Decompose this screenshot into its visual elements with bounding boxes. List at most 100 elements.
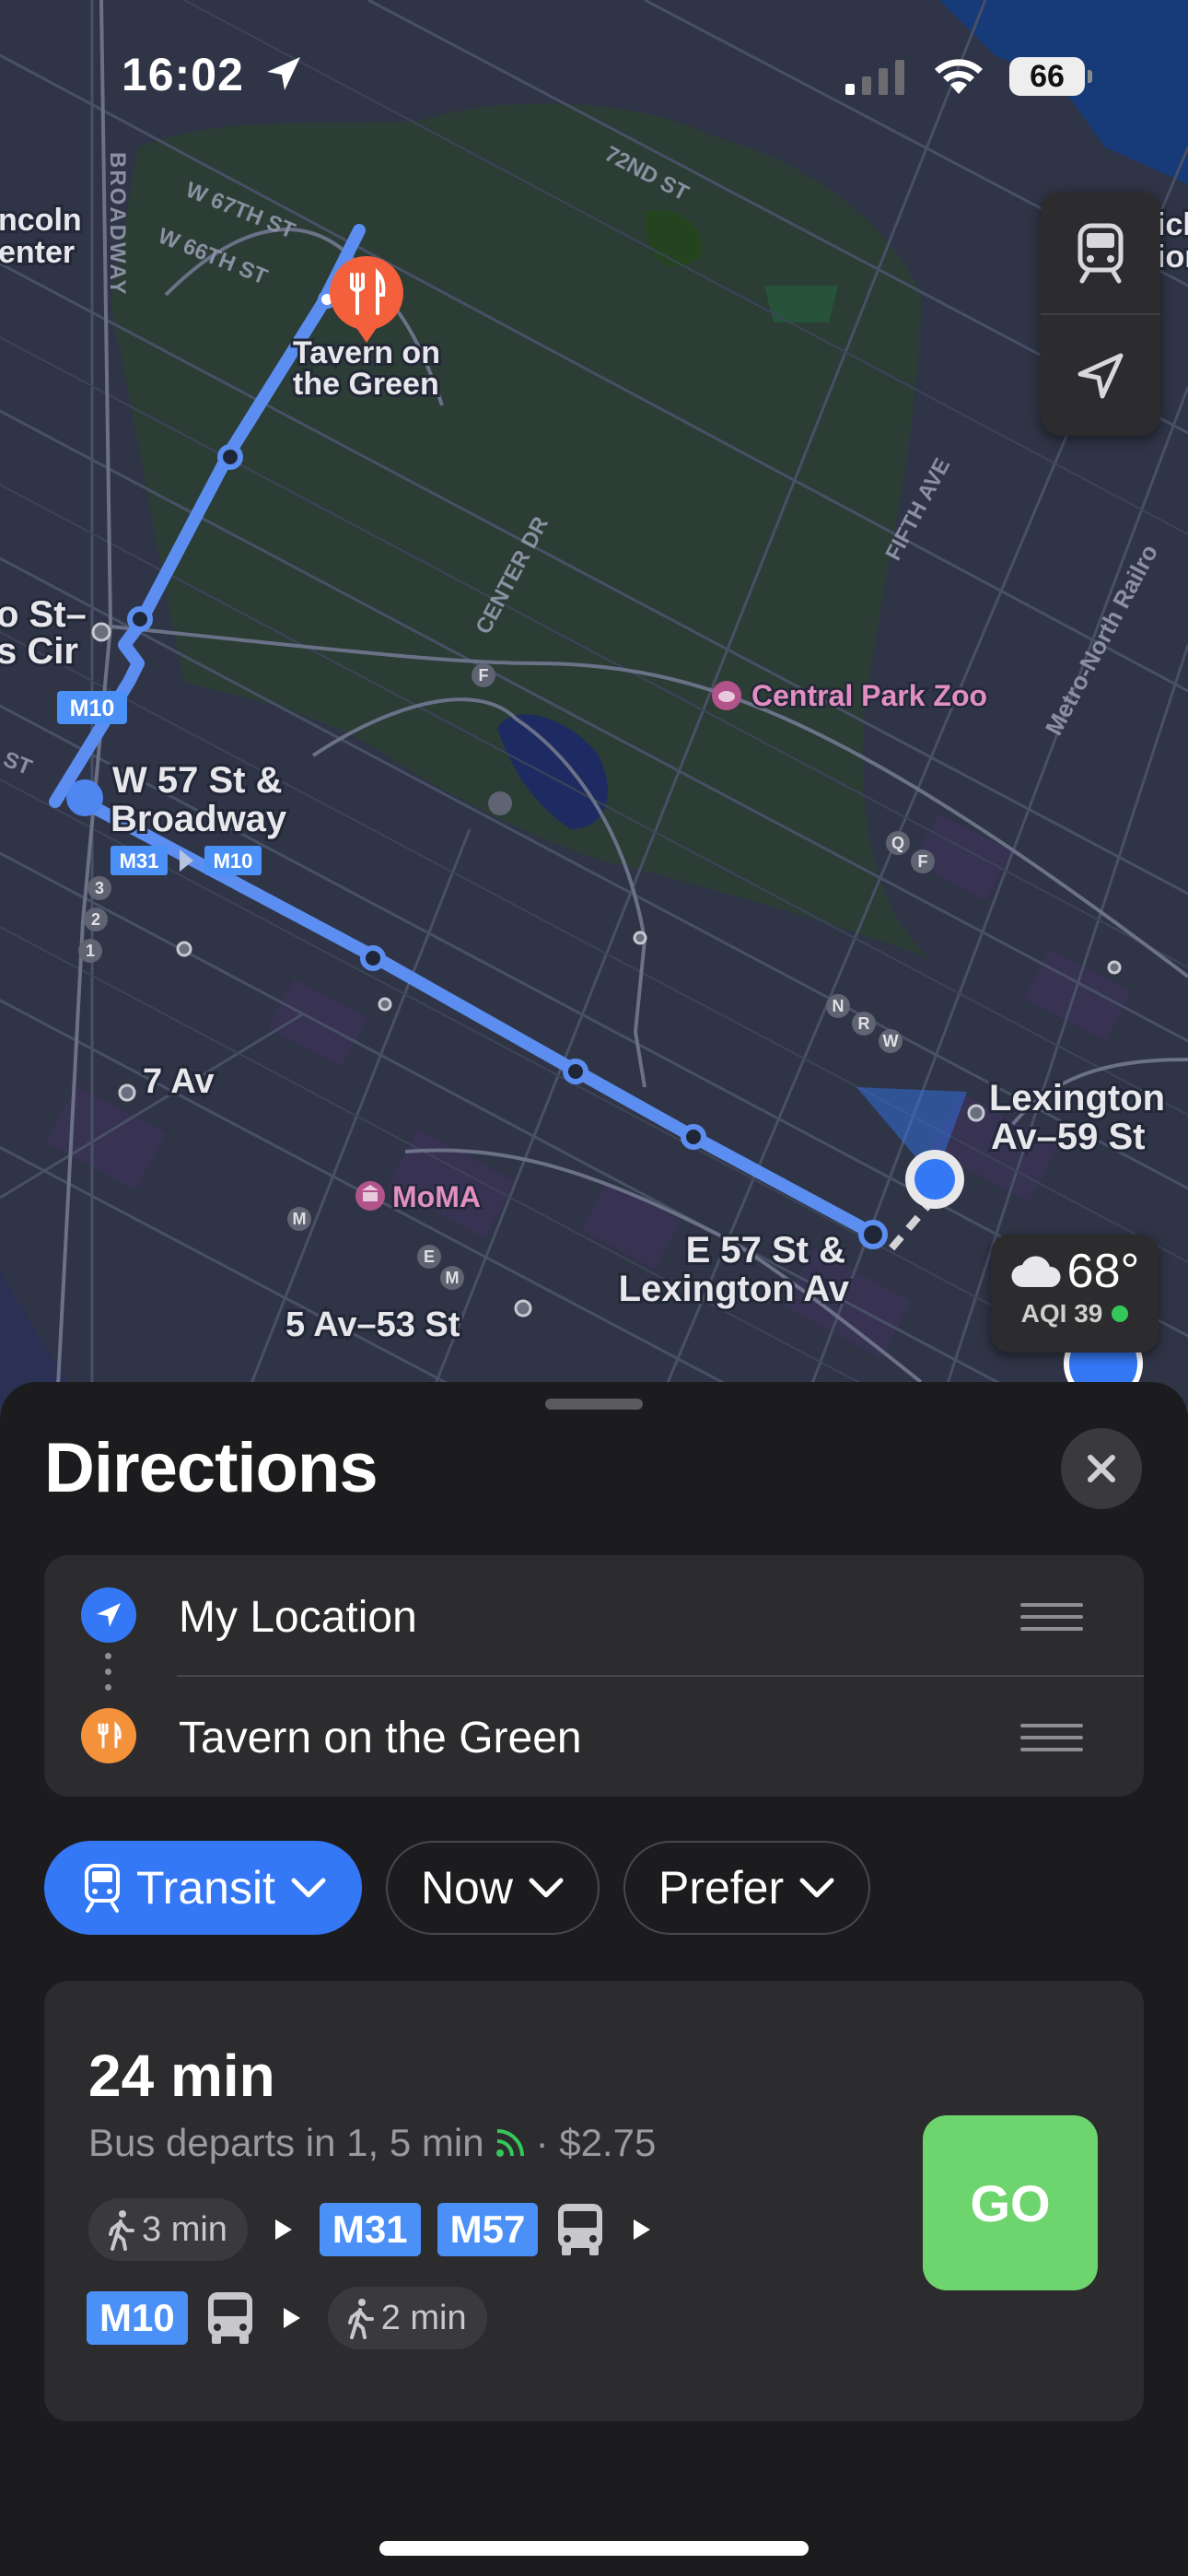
sheet-title: Directions (44, 1429, 379, 1507)
go-button[interactable]: GO (923, 2115, 1098, 2290)
line-n-badge: N (833, 997, 844, 1015)
bus-icon (558, 2204, 603, 2255)
home-indicator[interactable] (379, 2541, 809, 2556)
transit-mode-chip[interactable]: Transit (44, 1841, 362, 1935)
route-stop[interactable] (360, 945, 386, 971)
seven-av-label[interactable]: 7 Av (140, 1060, 216, 1104)
lincoln-center-label: ncoln enter (0, 203, 82, 270)
directions-sheet: Directions My Location Tavern on the Gre… (0, 1382, 1188, 2576)
prefer-chip-label: Prefer (658, 1862, 785, 1914)
weather-temperature: 68° (991, 1244, 1159, 1299)
status-time: 16:02 (122, 48, 304, 101)
walking-icon (109, 2210, 134, 2251)
track-location-button[interactable] (1041, 313, 1160, 437)
options-chips: Transit Now Prefer (44, 1841, 871, 1935)
lexington-59-label[interactable]: Lexington Av–59 St (986, 1075, 1168, 1160)
fifth-av-53-label[interactable]: 5 Av–53 St (283, 1303, 463, 1347)
map-view[interactable]: 3 2 1 F F Q N R W M E M BROADWAY W 67TH … (0, 0, 1188, 1437)
location-arrow-icon (81, 1587, 136, 1643)
maps-screen: 3 2 1 F F Q N R W M E M BROADWAY W 67TH … (0, 0, 1188, 2576)
route-option-card[interactable]: 24 min Bus departs in 1, 5 min · $2.75 3… (44, 1981, 1144, 2421)
transit-chip-label: Transit (136, 1862, 275, 1914)
transit-map-mode-button[interactable] (1041, 192, 1160, 313)
sheet-grabber[interactable] (545, 1399, 643, 1410)
departure-text: Bus departs in 1, 5 min (88, 2121, 484, 2164)
line-q-badge: Q (891, 834, 904, 852)
line-e-badge: E (424, 1247, 435, 1266)
line-1-badge: 1 (86, 942, 95, 960)
route-stop[interactable] (563, 1059, 588, 1084)
line-m-badge: M (446, 1269, 460, 1287)
line-f-badge: F (479, 666, 489, 685)
cellular-signal-icon (845, 60, 904, 95)
close-icon (1088, 1455, 1115, 1482)
temperature-value: 68° (1066, 1245, 1140, 1298)
cloud-icon (1011, 1256, 1061, 1288)
walk-step-start: 3 min (88, 2198, 248, 2261)
waypoint-destination[interactable]: Tavern on the Green (44, 1676, 1144, 1797)
battery-indicator: 66 (1009, 57, 1092, 96)
line-3-badge: 3 (95, 879, 104, 897)
waypoint-start-label: My Location (179, 1593, 417, 1642)
bus-m31-badge: M31 (319, 2203, 421, 2256)
chevron-down-icon (799, 1878, 834, 1898)
route-end-stop[interactable] (858, 1220, 888, 1249)
columbus-circle-label: o St– s Cir (0, 594, 87, 672)
route-stop[interactable] (127, 606, 153, 632)
waypoint-start[interactable]: My Location (44, 1555, 1144, 1676)
walking-icon (347, 2299, 374, 2339)
fork-knife-icon (81, 1708, 136, 1763)
route-steps-row-2: M10 2 min (87, 2287, 915, 2349)
route-fare: · $2.75 (535, 2121, 657, 2164)
waypoint-list: My Location Tavern on the Green (44, 1555, 1144, 1797)
line-f-badge: F (918, 852, 928, 871)
now-chip-label: Now (420, 1862, 513, 1914)
map-controls (1041, 192, 1160, 436)
right-edge-label: ickion (1157, 207, 1188, 275)
moma-label[interactable]: MoMA (390, 1178, 483, 1216)
m31-map-badge-label: M31 (120, 849, 159, 872)
step-arrow-icon (283, 2308, 300, 2328)
aqi-value: AQI 39 (1020, 1299, 1103, 1328)
reorder-handle-icon[interactable] (1020, 1603, 1083, 1631)
route-departure-info: Bus departs in 1, 5 min · $2.75 (88, 2121, 656, 2165)
line-2-badge: 2 (91, 910, 100, 929)
reorder-handle-icon[interactable] (1020, 1724, 1083, 1751)
prefer-chip[interactable]: Prefer (623, 1841, 871, 1935)
status-bar: 16:02 66 (0, 0, 1188, 157)
route-stop[interactable] (217, 444, 243, 470)
m10-map-badge-label: M10 (214, 849, 253, 872)
chevron-down-icon (529, 1878, 564, 1898)
tram-icon (1077, 223, 1124, 284)
wifi-icon (935, 59, 983, 94)
walk-end-time: 2 min (380, 2298, 467, 2337)
route-steps-row-1: 3 min M31 M57 (88, 2198, 917, 2261)
route-stop[interactable] (681, 1124, 706, 1150)
transfer-stop-marker[interactable] (66, 779, 103, 816)
line-m-badge: M (293, 1210, 307, 1228)
location-arrow-icon (1077, 353, 1124, 399)
step-arrow-icon (634, 2219, 651, 2240)
bus-m10-badge: M10 (87, 2291, 188, 2345)
line-r-badge: R (858, 1014, 870, 1033)
m10-map-badge-label: M10 (70, 696, 115, 721)
zoo-label[interactable]: Central Park Zoo (750, 677, 990, 715)
weather-widget[interactable]: 68° AQI 39 (991, 1235, 1159, 1352)
bus-m57-badge: M57 (437, 2203, 539, 2256)
live-signal-icon (495, 2129, 524, 2157)
battery-level: 66 (1030, 58, 1065, 94)
waypoint-destination-label: Tavern on the Green (179, 1714, 582, 1762)
air-quality: AQI 39 (991, 1299, 1159, 1329)
walk-start-time: 3 min (142, 2209, 227, 2249)
route-duration: 24 min (88, 2043, 275, 2109)
step-arrow-icon (274, 2219, 292, 2240)
w57-broadway-label[interactable]: W 57 St & Broadway (108, 757, 290, 842)
broadway-label: BROADWAY (105, 152, 130, 296)
line-w-badge: W (883, 1032, 899, 1050)
aqi-status-dot (1112, 1306, 1129, 1322)
depart-time-chip[interactable]: Now (385, 1841, 600, 1935)
tavern-label[interactable]: Tavern on the Green (290, 333, 443, 404)
walk-step-end: 2 min (327, 2287, 487, 2349)
location-services-icon (266, 57, 300, 90)
close-button[interactable] (1061, 1428, 1142, 1509)
